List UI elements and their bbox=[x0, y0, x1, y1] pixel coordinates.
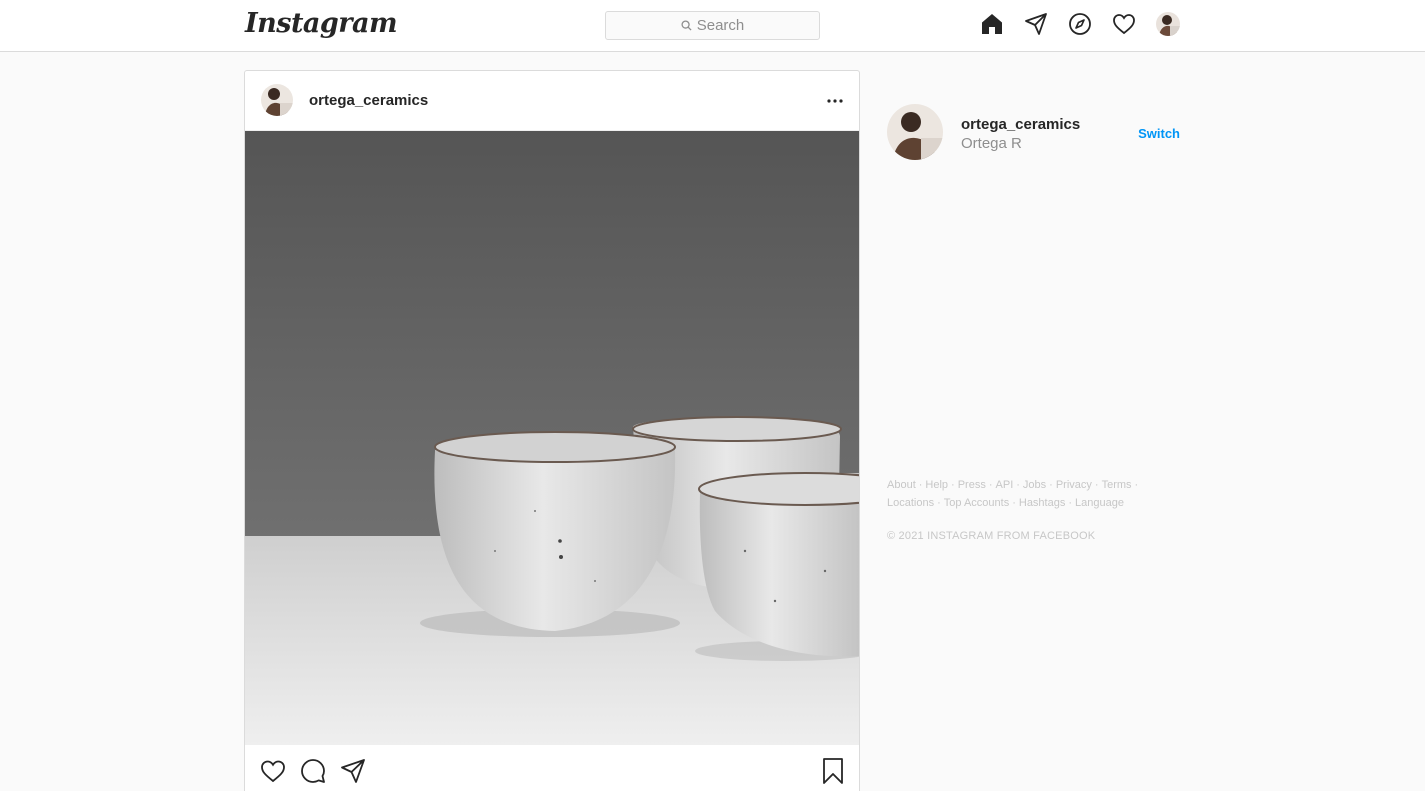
feed-post: ortega_ceramics bbox=[244, 70, 860, 791]
footer-link-language[interactable]: Language bbox=[1075, 497, 1124, 509]
instagram-logo[interactable]: Instagram bbox=[245, 8, 398, 39]
footer-link-top-accounts[interactable]: Top Accounts bbox=[944, 497, 1009, 509]
footer-link-terms[interactable]: Terms bbox=[1102, 479, 1132, 491]
post-header: ortega_ceramics bbox=[245, 71, 859, 131]
avatar bbox=[1156, 12, 1180, 36]
comment-icon[interactable] bbox=[299, 757, 327, 785]
like-icon[interactable] bbox=[259, 757, 287, 785]
more-options-icon[interactable] bbox=[823, 89, 847, 113]
nav-icon-group bbox=[980, 12, 1180, 36]
save-bookmark-icon[interactable] bbox=[819, 757, 847, 785]
post-author-avatar[interactable] bbox=[261, 84, 293, 116]
search-icon bbox=[681, 20, 692, 31]
footer-links-row-1: About · Help · Press · API · Jobs · Privacy · Terms · bbox=[887, 479, 1139, 491]
post-action-bar bbox=[245, 745, 859, 791]
home-icon[interactable] bbox=[980, 12, 1004, 36]
top-navigation-bar: Instagram Search bbox=[0, 0, 1425, 52]
search-placeholder: Search bbox=[696, 17, 745, 34]
profile-avatar[interactable] bbox=[1156, 12, 1180, 36]
footer-link-locations[interactable]: Locations bbox=[887, 497, 934, 509]
footer-links: About · Help · Press · API · Jobs · Privacy · Terms ·… bbox=[887, 476, 1157, 512]
footer-link-api[interactable]: API bbox=[996, 479, 1014, 491]
footer-link-privacy[interactable]: Privacy bbox=[1056, 479, 1092, 491]
post-photo[interactable] bbox=[245, 131, 859, 745]
footer-link-about[interactable]: About bbox=[887, 479, 916, 491]
direct-icon[interactable] bbox=[1024, 12, 1048, 36]
footer-link-help[interactable]: Help bbox=[925, 479, 948, 491]
post-author-username[interactable]: ortega_ceramics bbox=[309, 92, 428, 109]
sidebar-username[interactable]: ortega_ceramics bbox=[961, 116, 1080, 133]
activity-heart-icon[interactable] bbox=[1112, 12, 1136, 36]
sidebar-profile: ortega_ceramics Ortega R Switch bbox=[887, 104, 1180, 160]
footer-links-row-2: Locations · Top Accounts · Hashtags · Language bbox=[887, 497, 1124, 509]
copyright-text: © 2021 INSTAGRAM FROM FACEBOOK bbox=[887, 530, 1096, 542]
search-input[interactable]: Search bbox=[605, 11, 820, 40]
sidebar-avatar[interactable] bbox=[887, 104, 943, 160]
footer-link-press[interactable]: Press bbox=[958, 479, 986, 491]
sidebar-full-name: Ortega R bbox=[961, 135, 1022, 152]
footer-link-jobs[interactable]: Jobs bbox=[1023, 479, 1046, 491]
explore-icon[interactable] bbox=[1068, 12, 1092, 36]
share-icon[interactable] bbox=[339, 757, 367, 785]
footer-link-hashtags[interactable]: Hashtags bbox=[1019, 497, 1065, 509]
switch-account-button[interactable]: Switch bbox=[1138, 126, 1180, 141]
